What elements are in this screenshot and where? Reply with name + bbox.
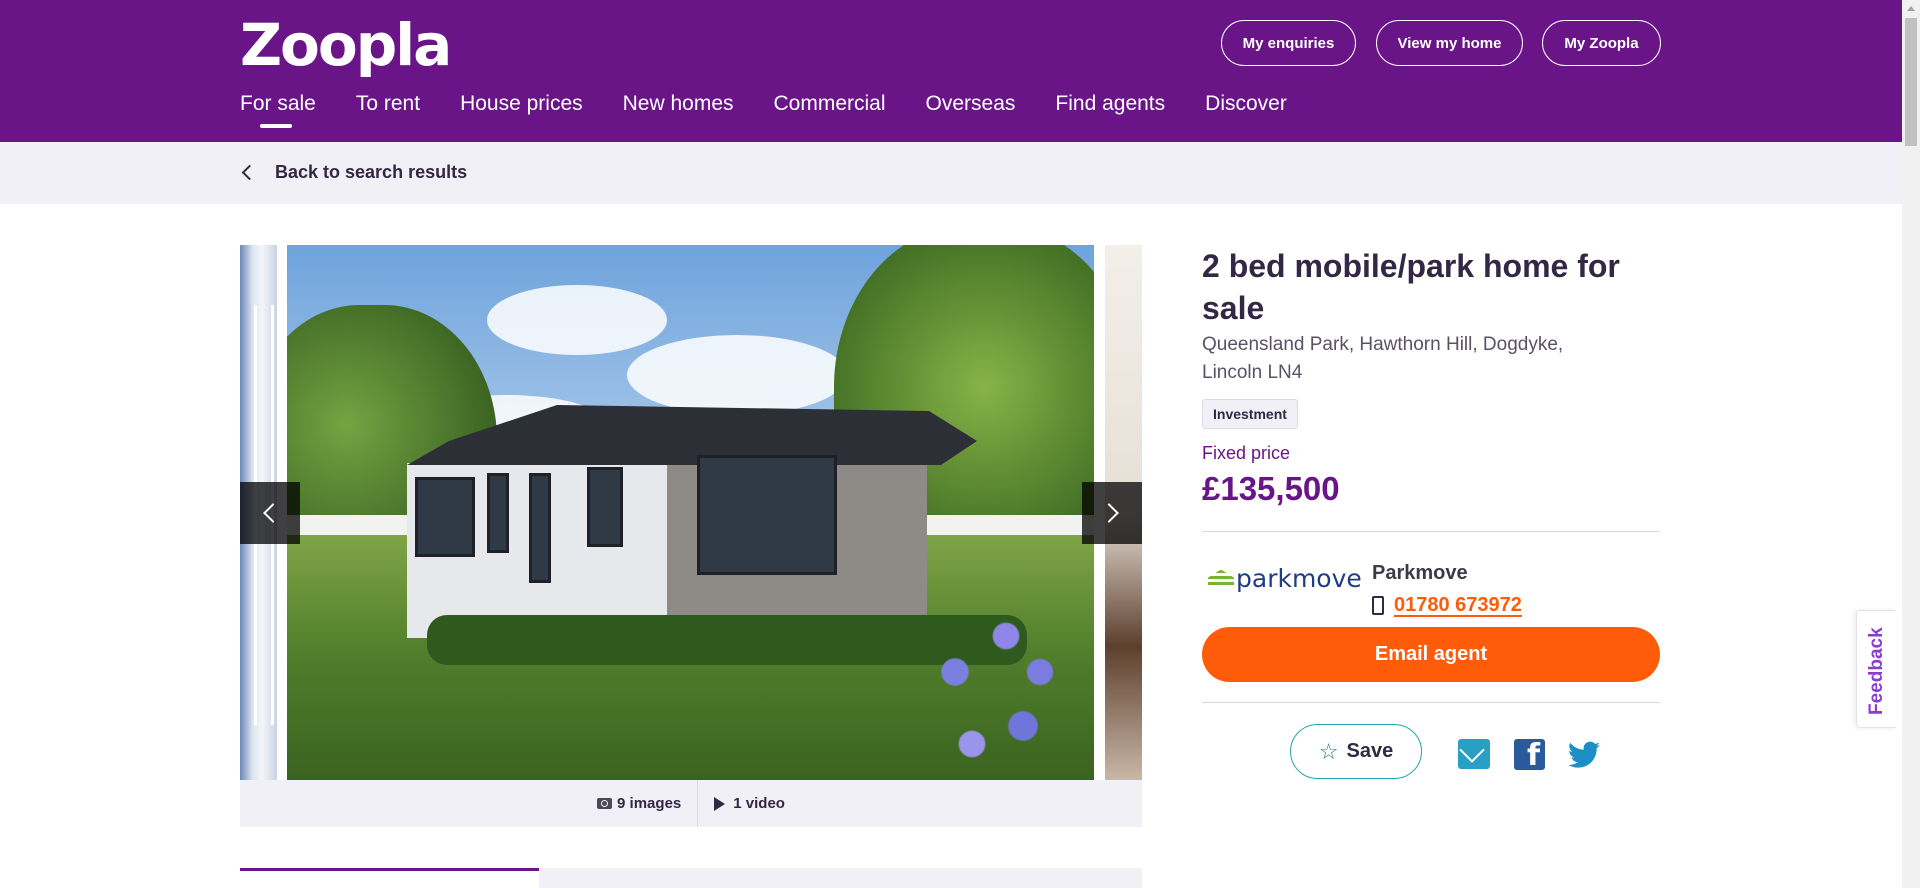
back-label: Back to search results xyxy=(275,162,468,182)
image-gallery xyxy=(240,245,1142,780)
cloud xyxy=(627,335,847,415)
phone-number-link[interactable]: 01780 673972 xyxy=(1394,594,1522,617)
agent-logo[interactable]: parkmove xyxy=(1208,564,1362,593)
flowers xyxy=(904,600,1074,780)
save-button[interactable]: ☆ Save xyxy=(1290,724,1422,779)
video-button[interactable]: 1 video xyxy=(698,795,801,812)
window xyxy=(415,477,475,557)
star-icon: ☆ xyxy=(1318,738,1339,764)
nav-find-agents[interactable]: Find agents xyxy=(1055,92,1165,132)
my-enquiries-button[interactable]: My enquiries xyxy=(1221,20,1356,66)
phone-icon xyxy=(1372,596,1384,615)
door xyxy=(529,473,551,583)
feedback-label: Feedback xyxy=(1866,627,1887,715)
nav-to-rent[interactable]: To rent xyxy=(356,92,420,132)
next-image-button[interactable] xyxy=(1082,482,1142,544)
feedback-tab[interactable]: Feedback xyxy=(1856,610,1896,728)
agent-phone[interactable]: 01780 673972 xyxy=(1372,594,1522,617)
nav-overseas[interactable]: Overseas xyxy=(926,92,1016,132)
nav-discover[interactable]: Discover xyxy=(1205,92,1287,132)
zoopla-logo[interactable]: Zoopla xyxy=(240,14,452,76)
house-roof xyxy=(407,405,977,465)
park-home xyxy=(377,405,977,645)
details-tabs xyxy=(240,868,1142,888)
images-label: 9 images xyxy=(617,795,682,812)
listing-title: 2 bed mobile/park home for sale xyxy=(1202,248,1620,326)
tab-active[interactable] xyxy=(240,868,539,888)
twitter-icon[interactable] xyxy=(1568,741,1600,769)
main-nav: For sale To rent House prices New homes … xyxy=(240,92,1327,132)
main-property-image[interactable] xyxy=(287,245,1094,780)
window xyxy=(697,455,837,575)
nav-house-prices[interactable]: House prices xyxy=(460,92,583,132)
nav-commercial[interactable]: Commercial xyxy=(774,92,886,132)
agent-name[interactable]: Parkmove xyxy=(1372,562,1468,585)
listing-summary: 2 bed mobile/park home for sale Queensla… xyxy=(1202,245,1660,823)
parkmove-logo-icon xyxy=(1208,569,1234,588)
cloud xyxy=(487,285,667,355)
scrollbar[interactable] xyxy=(1902,0,1920,888)
images-count-button[interactable]: 9 images xyxy=(581,795,697,812)
media-bar: 9 images 1 video xyxy=(240,780,1142,827)
play-icon xyxy=(714,796,726,811)
site-header: Zoopla My enquiries View my home My Zoop… xyxy=(0,0,1902,142)
video-label: 1 video xyxy=(733,795,785,812)
window xyxy=(487,473,509,553)
email-agent-button[interactable]: Email agent xyxy=(1202,627,1660,682)
camera-icon xyxy=(597,798,613,809)
chevron-left-icon xyxy=(263,503,283,523)
investment-badge: Investment xyxy=(1202,399,1298,429)
listing-address: Queensland Park, Hawthorn Hill, Dogdyke,… xyxy=(1202,334,1564,383)
my-zoopla-button[interactable]: My Zoopla xyxy=(1542,20,1661,66)
mail-icon[interactable] xyxy=(1458,739,1490,769)
save-label: Save xyxy=(1346,740,1394,762)
previous-image-button[interactable] xyxy=(240,482,300,544)
scrollbar-thumb[interactable] xyxy=(1905,18,1917,146)
scroll-up-arrow-icon[interactable] xyxy=(1907,6,1915,11)
listing-price: £135,500 xyxy=(1202,470,1340,507)
share-actions: ☆ Save f xyxy=(1202,703,1660,823)
chevron-left-icon xyxy=(241,164,258,181)
view-my-home-button[interactable]: View my home xyxy=(1376,20,1523,66)
agent-panel: parkmove Parkmove 01780 673972 xyxy=(1202,532,1660,627)
breadcrumb-bar: Back to search results xyxy=(0,142,1902,204)
back-to-search-link[interactable]: Back to search results xyxy=(240,162,467,183)
chevron-right-icon xyxy=(1099,503,1119,523)
nav-for-sale[interactable]: For sale xyxy=(240,92,316,132)
price-qualifier: Fixed price xyxy=(1202,443,1291,463)
agent-logo-text: parkmove xyxy=(1236,564,1362,593)
window xyxy=(587,467,623,547)
facebook-icon[interactable]: f xyxy=(1514,739,1545,771)
nav-new-homes[interactable]: New homes xyxy=(623,92,734,132)
